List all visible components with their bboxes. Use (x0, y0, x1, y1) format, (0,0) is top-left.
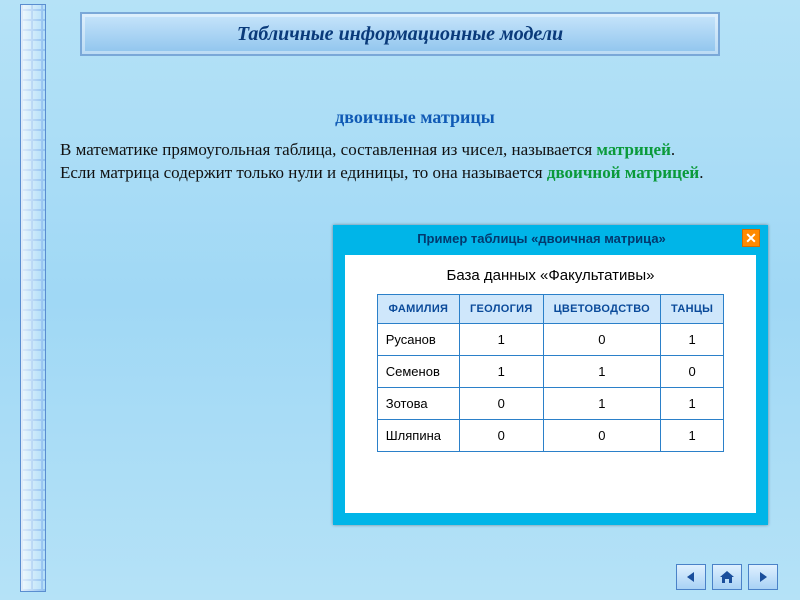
paragraph-1: В математике прямоугольная таблица, сост… (60, 139, 770, 162)
cell-val: 0 (460, 388, 544, 420)
cell-name: Шляпина (377, 420, 459, 452)
p2-post: . (699, 163, 703, 182)
arrow-right-icon (756, 570, 770, 584)
table-row: Семенов 1 1 0 (377, 356, 724, 388)
table-caption: База данных «Факультативы» (345, 261, 756, 294)
paragraph-2: Если матрица содержит только нули и един… (60, 162, 770, 185)
cell-val: 1 (661, 388, 724, 420)
table-row: Зотова 0 1 1 (377, 388, 724, 420)
col-header: ЦВЕТОВОДСТВО (543, 295, 660, 324)
close-icon: ✕ (745, 230, 757, 247)
subheading: двоичные матрицы (60, 105, 770, 129)
home-button[interactable] (712, 564, 742, 590)
cell-val: 0 (543, 324, 660, 356)
col-header: ФАМИЛИЯ (377, 295, 459, 324)
cell-val: 1 (460, 356, 544, 388)
p1-highlight: матрицей (596, 140, 670, 159)
cell-name: Семенов (377, 356, 459, 388)
cell-val: 1 (661, 324, 724, 356)
cell-val: 1 (661, 420, 724, 452)
p1-post: . (671, 140, 675, 159)
popup-header: Пример таблицы «двоичная матрица» ✕ (333, 225, 768, 253)
arrow-left-icon (684, 570, 698, 584)
p1-pre: В математике прямоугольная таблица, сост… (60, 140, 596, 159)
p2-highlight: двоичной матрицей (547, 163, 699, 182)
table-row: Русанов 1 0 1 (377, 324, 724, 356)
content-area: двоичные матрицы В математике прямоуголь… (60, 105, 770, 185)
popup-title: Пример таблицы «двоичная матрица» (341, 231, 742, 246)
cell-val: 1 (460, 324, 544, 356)
p2-pre: Если матрица содержит только нули и един… (60, 163, 547, 182)
cell-val: 1 (543, 356, 660, 388)
cell-val: 0 (661, 356, 724, 388)
cell-val: 1 (543, 388, 660, 420)
example-popup: Пример таблицы «двоичная матрица» ✕ База… (333, 225, 768, 525)
page-title: Табличные информационные модели (237, 23, 563, 46)
cell-val: 0 (460, 420, 544, 452)
close-button[interactable]: ✕ (742, 229, 760, 247)
popup-body: База данных «Факультативы» ФАМИЛИЯ ГЕОЛО… (345, 255, 756, 513)
table-header-row: ФАМИЛИЯ ГЕОЛОГИЯ ЦВЕТОВОДСТВО ТАНЦЫ (377, 295, 724, 324)
decorative-sidebar (20, 4, 46, 592)
binary-matrix-table: ФАМИЛИЯ ГЕОЛОГИЯ ЦВЕТОВОДСТВО ТАНЦЫ Руса… (377, 294, 725, 452)
cell-name: Зотова (377, 388, 459, 420)
cell-val: 0 (543, 420, 660, 452)
col-header: ТАНЦЫ (661, 295, 724, 324)
prev-button[interactable] (676, 564, 706, 590)
col-header: ГЕОЛОГИЯ (460, 295, 544, 324)
nav-controls (676, 564, 778, 590)
page-title-banner: Табличные информационные модели (80, 12, 720, 56)
table-row: Шляпина 0 0 1 (377, 420, 724, 452)
home-icon (719, 570, 735, 584)
cell-name: Русанов (377, 324, 459, 356)
next-button[interactable] (748, 564, 778, 590)
